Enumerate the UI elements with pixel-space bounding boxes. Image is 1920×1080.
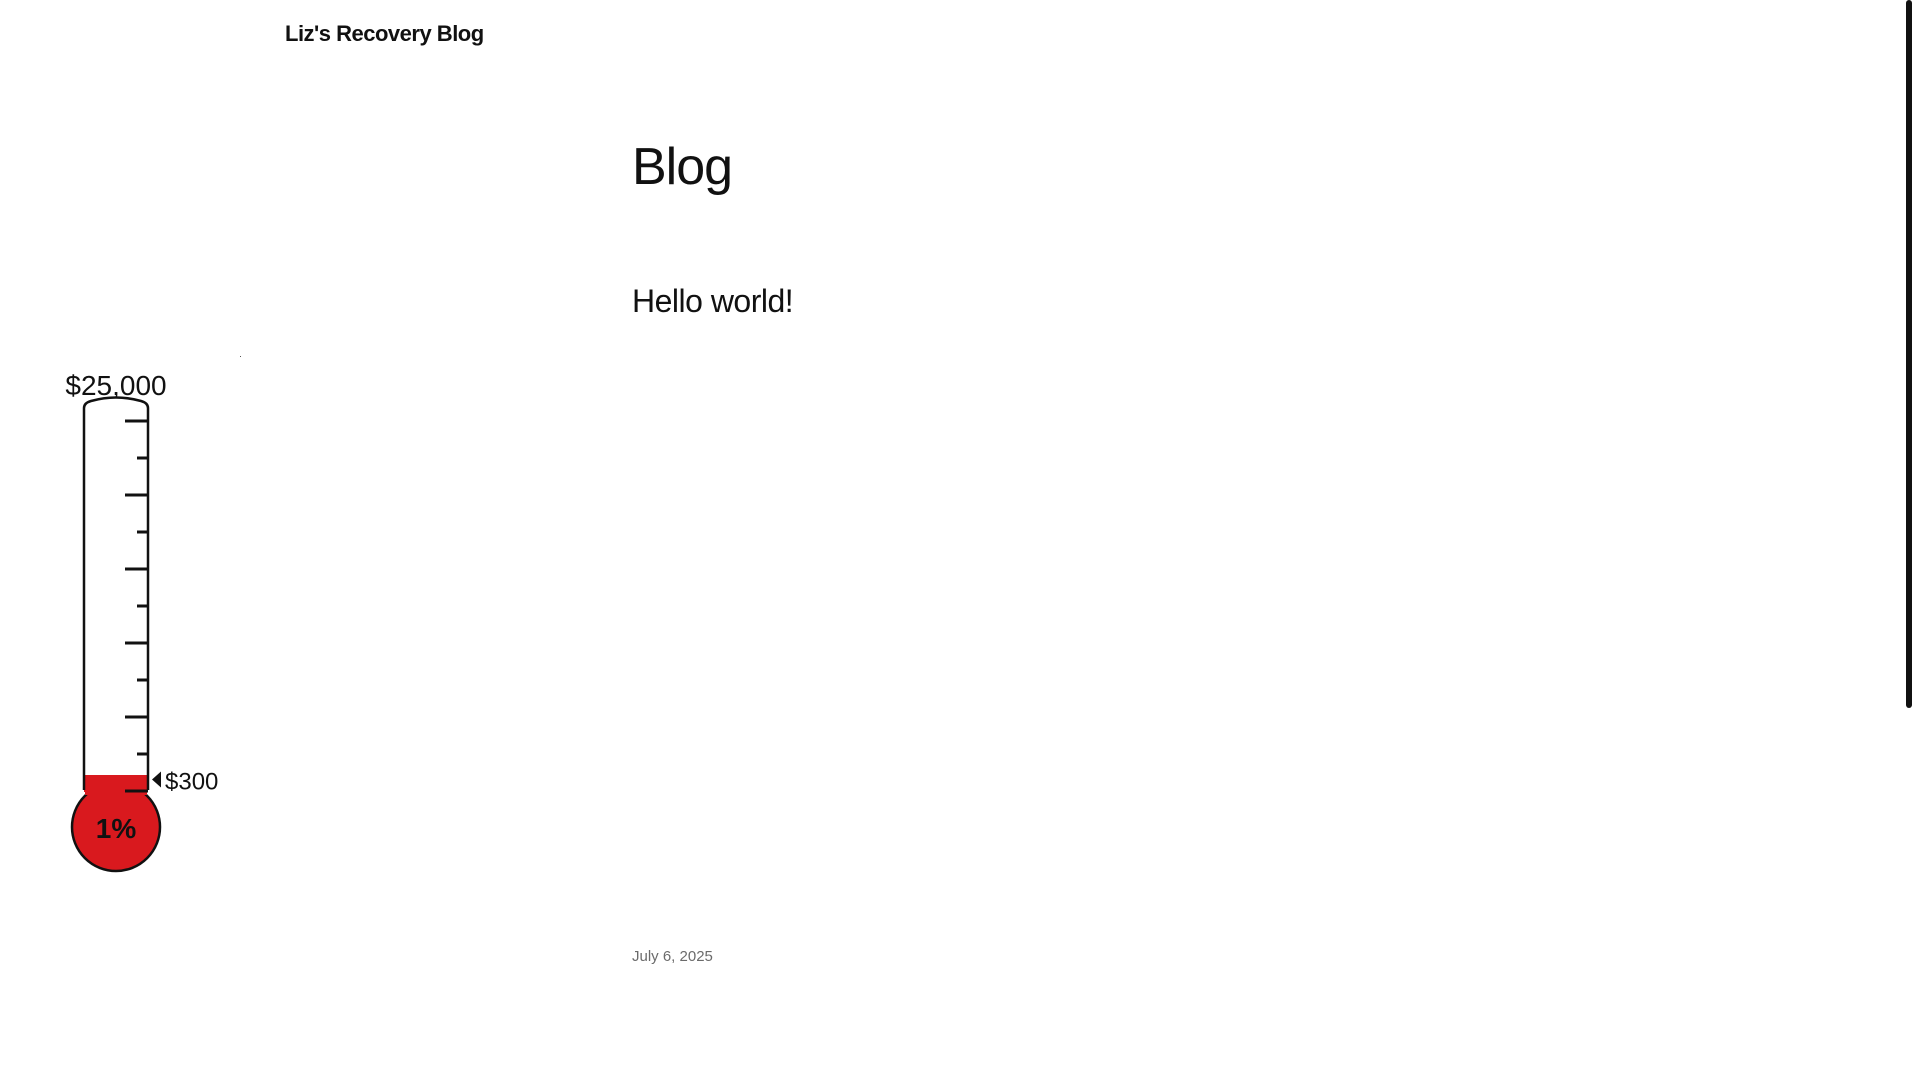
- thermometer-graphic: $25,000 $300 1%: [65, 370, 218, 873]
- post-date: July 6, 2025: [632, 948, 713, 965]
- decorative-dot: [240, 356, 241, 357]
- thermometer-tube: [84, 397, 148, 780]
- fundraising-thermometer: $25,000 $300 1%: [55, 360, 255, 880]
- post-title-link[interactable]: Hello world!: [632, 281, 794, 321]
- percent-raised-label: 1%: [96, 813, 137, 844]
- page-scrollbar[interactable]: [1906, 0, 1912, 708]
- page-title: Blog: [632, 138, 733, 196]
- page: Liz's Recovery Blog Blog Hello world! Ju…: [0, 0, 1920, 1080]
- raised-marker-arrow: [152, 771, 161, 788]
- site-title-link[interactable]: Liz's Recovery Blog: [285, 21, 484, 47]
- raised-amount-label: $300: [165, 769, 218, 796]
